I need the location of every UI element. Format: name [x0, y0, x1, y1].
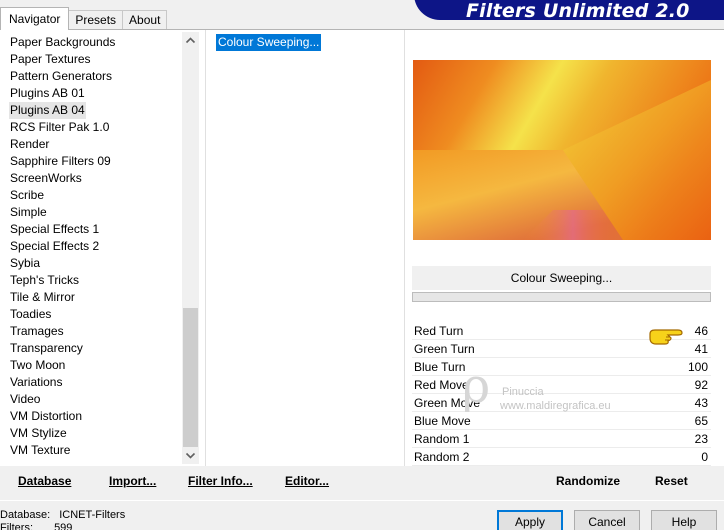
param-value: 0: [701, 450, 708, 464]
category-item-selected[interactable]: Plugins AB 04: [9, 102, 86, 119]
app-title: Filters Unlimited 2.0: [466, 0, 690, 22]
param-row[interactable]: Random 2 0: [412, 448, 711, 466]
watermark-name: Pinuccia: [502, 386, 544, 398]
category-item[interactable]: Scribe: [10, 187, 44, 204]
database-button[interactable]: Database: [18, 474, 71, 488]
category-item[interactable]: Tramages: [10, 323, 64, 340]
watermark-glyph: ρ: [462, 358, 491, 414]
category-item[interactable]: Render: [10, 136, 49, 153]
category-item[interactable]: Paper Backgrounds: [10, 34, 115, 51]
category-item[interactable]: Variations: [10, 374, 62, 391]
database-value: ICNET-Filters: [59, 509, 126, 521]
filters-label: Filters:: [0, 522, 33, 530]
filter-name-button[interactable]: Colour Sweeping...: [412, 266, 711, 290]
filter-info-button[interactable]: Filter Info...: [188, 474, 253, 488]
editor-button[interactable]: Editor...: [285, 474, 329, 488]
watermark-site: www.maldiregrafica.eu: [500, 400, 611, 412]
category-item[interactable]: VM Stylize: [10, 425, 67, 442]
reset-button[interactable]: Reset: [655, 474, 688, 488]
param-label: Blue Turn: [414, 360, 466, 374]
help-button[interactable]: Help: [651, 510, 717, 530]
category-item[interactable]: Sybia: [10, 255, 40, 272]
filter-item-selected[interactable]: Colour Sweeping...: [216, 34, 322, 51]
category-item[interactable]: ScreenWorks: [10, 170, 82, 187]
param-value: 46: [694, 324, 708, 338]
tab-presets[interactable]: Presets: [68, 10, 124, 30]
column-divider: [404, 30, 405, 466]
category-item[interactable]: Plugins AB 01: [10, 85, 85, 102]
category-item[interactable]: VM Texture: [10, 442, 70, 459]
chevron-up-icon[interactable]: [182, 32, 199, 49]
param-value: 92: [694, 378, 708, 392]
category-item[interactable]: Special Effects 2: [10, 238, 99, 255]
param-label: Random 2: [414, 450, 470, 464]
param-label: Red Turn: [414, 324, 464, 338]
tab-navigator[interactable]: Navigator: [0, 7, 70, 30]
category-item[interactable]: Sapphire Filters 09: [10, 153, 111, 170]
category-item[interactable]: Special Effects 1: [10, 221, 99, 238]
param-label: Green Turn: [414, 342, 475, 356]
cancel-button[interactable]: Cancel: [574, 510, 640, 530]
category-item[interactable]: Paper Textures: [10, 51, 91, 68]
randomize-button[interactable]: Randomize: [556, 474, 620, 488]
parameter-list: Red Turn 46 Green Turn 41 Blue Turn 100 …: [412, 322, 711, 466]
category-item[interactable]: Tile & Mirror: [10, 289, 75, 306]
category-item[interactable]: Transparency: [10, 340, 83, 357]
category-item[interactable]: Video: [10, 391, 40, 408]
param-value: 41: [694, 342, 708, 356]
param-value: 100: [687, 360, 708, 374]
param-row[interactable]: Random 1 23: [412, 430, 711, 448]
category-item[interactable]: Simple: [10, 204, 47, 221]
tab-about[interactable]: About: [122, 10, 168, 30]
category-list: Paper Backgrounds Paper Textures Pattern…: [0, 30, 200, 466]
filters-info: Filters: 599: [0, 522, 72, 530]
param-label: Blue Move: [414, 414, 471, 428]
import-button[interactable]: Import...: [109, 474, 156, 488]
database-info: Database: ICNET-Filters: [0, 509, 125, 521]
category-item[interactable]: VM Distortion: [10, 408, 82, 425]
param-row[interactable]: Blue Move 65: [412, 412, 711, 430]
category-item[interactable]: Toadies: [10, 306, 51, 323]
param-value: 23: [694, 432, 708, 446]
param-value: 43: [694, 396, 708, 410]
category-item[interactable]: Pattern Generators: [10, 68, 112, 85]
filter-preview-image: [413, 60, 711, 240]
scrollbar-thumb[interactable]: [183, 308, 198, 447]
param-label: Random 1: [414, 432, 470, 446]
pointing-hand-icon: [648, 326, 686, 346]
tab-strip: Navigator Presets About: [0, 7, 168, 30]
param-label: Red Move: [414, 378, 469, 392]
progress-bar: [412, 292, 711, 302]
category-scrollbar[interactable]: [182, 32, 199, 464]
param-row[interactable]: Red Move 92: [412, 376, 711, 394]
column-divider: [205, 30, 206, 466]
param-row[interactable]: Blue Turn 100: [412, 358, 711, 376]
category-item[interactable]: Two Moon: [10, 357, 65, 374]
filters-value: 599: [54, 522, 73, 530]
category-item[interactable]: Teph's Tricks: [10, 272, 79, 289]
database-label: Database:: [0, 509, 51, 521]
chevron-down-icon[interactable]: [182, 447, 199, 464]
param-value: 65: [694, 414, 708, 428]
category-item[interactable]: RCS Filter Pak 1.0: [10, 119, 109, 136]
apply-button[interactable]: Apply: [497, 510, 563, 530]
